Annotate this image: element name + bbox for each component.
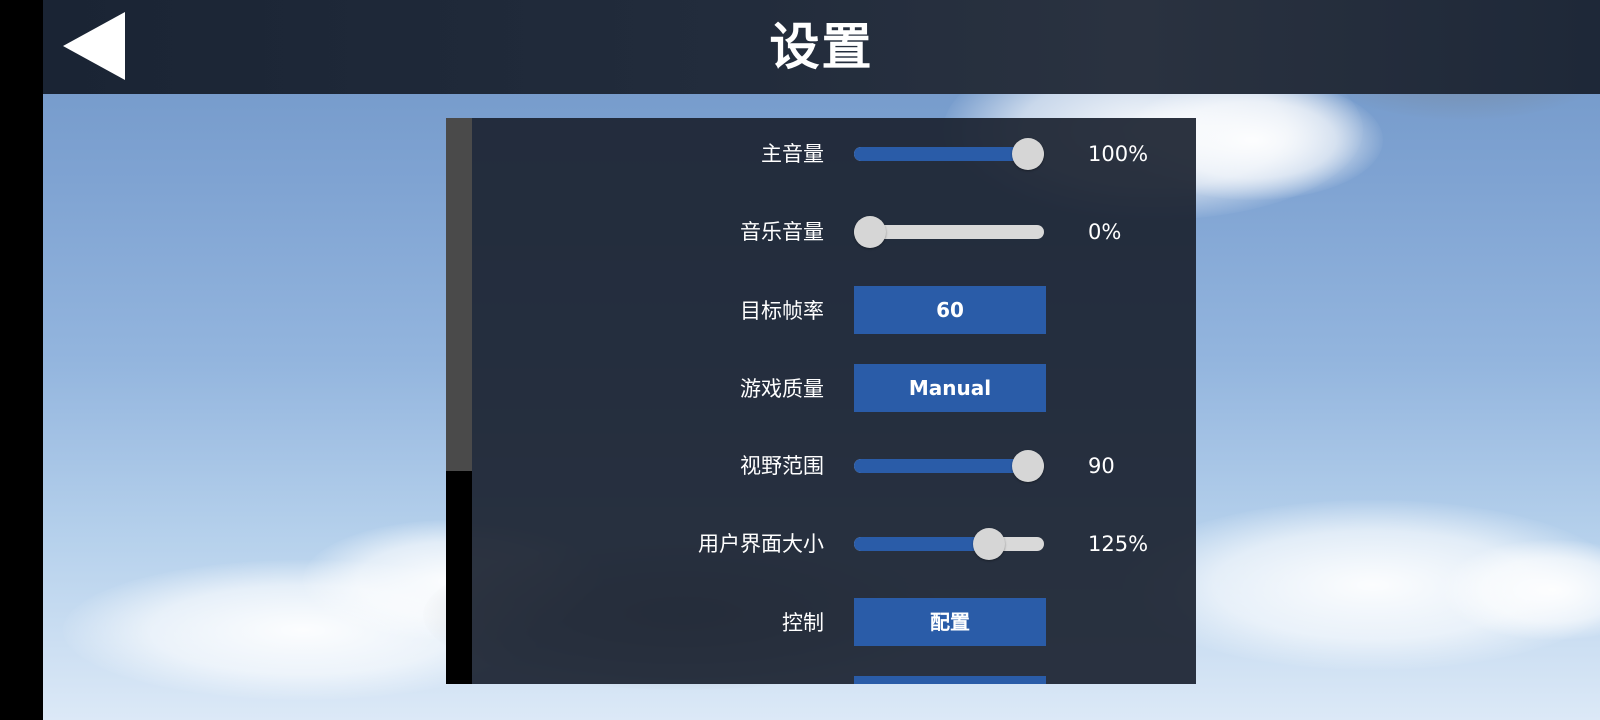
target-framerate-label: 目标帧率 — [740, 299, 824, 323]
setting-row-music-volume: 音乐音量 0% — [472, 207, 1196, 257]
scrollbar-thumb[interactable] — [446, 118, 472, 471]
slider-fill — [854, 147, 1028, 161]
slider-track — [854, 537, 1044, 551]
back-button[interactable] — [61, 10, 127, 82]
slider-knob[interactable] — [972, 528, 1005, 560]
music-volume-slider[interactable] — [854, 216, 1044, 248]
master-volume-label: 主音量 — [761, 142, 824, 166]
slider-knob[interactable] — [1012, 138, 1044, 170]
setting-row-master-volume: 主音量 100% — [472, 129, 1196, 179]
back-arrow-icon — [63, 12, 125, 80]
setting-row-target-framerate: 目标帧率 60 — [472, 286, 1196, 336]
page-title: 设置 — [769, 18, 874, 76]
master-volume-value: 100% — [1088, 142, 1149, 166]
slider-fill — [854, 459, 1028, 473]
target-framerate-button[interactable]: 60 — [854, 286, 1046, 334]
field-of-view-slider[interactable] — [854, 450, 1044, 482]
slider-fill — [854, 537, 989, 551]
setting-row-field-of-view: 视野范围 90 — [472, 441, 1196, 491]
music-volume-label: 音乐音量 — [740, 220, 824, 244]
scrollbar-track[interactable] — [446, 118, 472, 684]
setting-row-controls: 控制 配置 — [472, 598, 1196, 648]
field-of-view-label: 视野范围 — [740, 454, 824, 478]
partial-row-button[interactable] — [854, 676, 1046, 684]
setting-row-ui-scale: 用户界面大小 125% — [472, 519, 1196, 569]
left-black-strip — [0, 0, 43, 720]
top-bar: 设置 — [43, 0, 1600, 94]
setting-row-partial — [472, 676, 1196, 684]
slider-knob[interactable] — [854, 216, 886, 248]
settings-panel: 主音量 100% 音乐音量 0% 目标帧率 60 游戏质量 Manual 视野范… — [446, 118, 1196, 684]
ui-scale-slider[interactable] — [854, 528, 1044, 560]
game-quality-label: 游戏质量 — [740, 377, 824, 401]
setting-row-game-quality: 游戏质量 Manual — [472, 364, 1196, 414]
controls-label: 控制 — [782, 611, 824, 635]
game-quality-button[interactable]: Manual — [854, 364, 1046, 412]
slider-knob[interactable] — [1012, 450, 1044, 482]
ui-scale-value: 125% — [1088, 532, 1149, 556]
master-volume-slider[interactable] — [854, 138, 1044, 170]
music-volume-value: 0% — [1088, 220, 1122, 244]
controls-configure-button[interactable]: 配置 — [854, 598, 1046, 646]
field-of-view-value: 90 — [1088, 454, 1115, 478]
ui-scale-label: 用户界面大小 — [698, 532, 824, 556]
